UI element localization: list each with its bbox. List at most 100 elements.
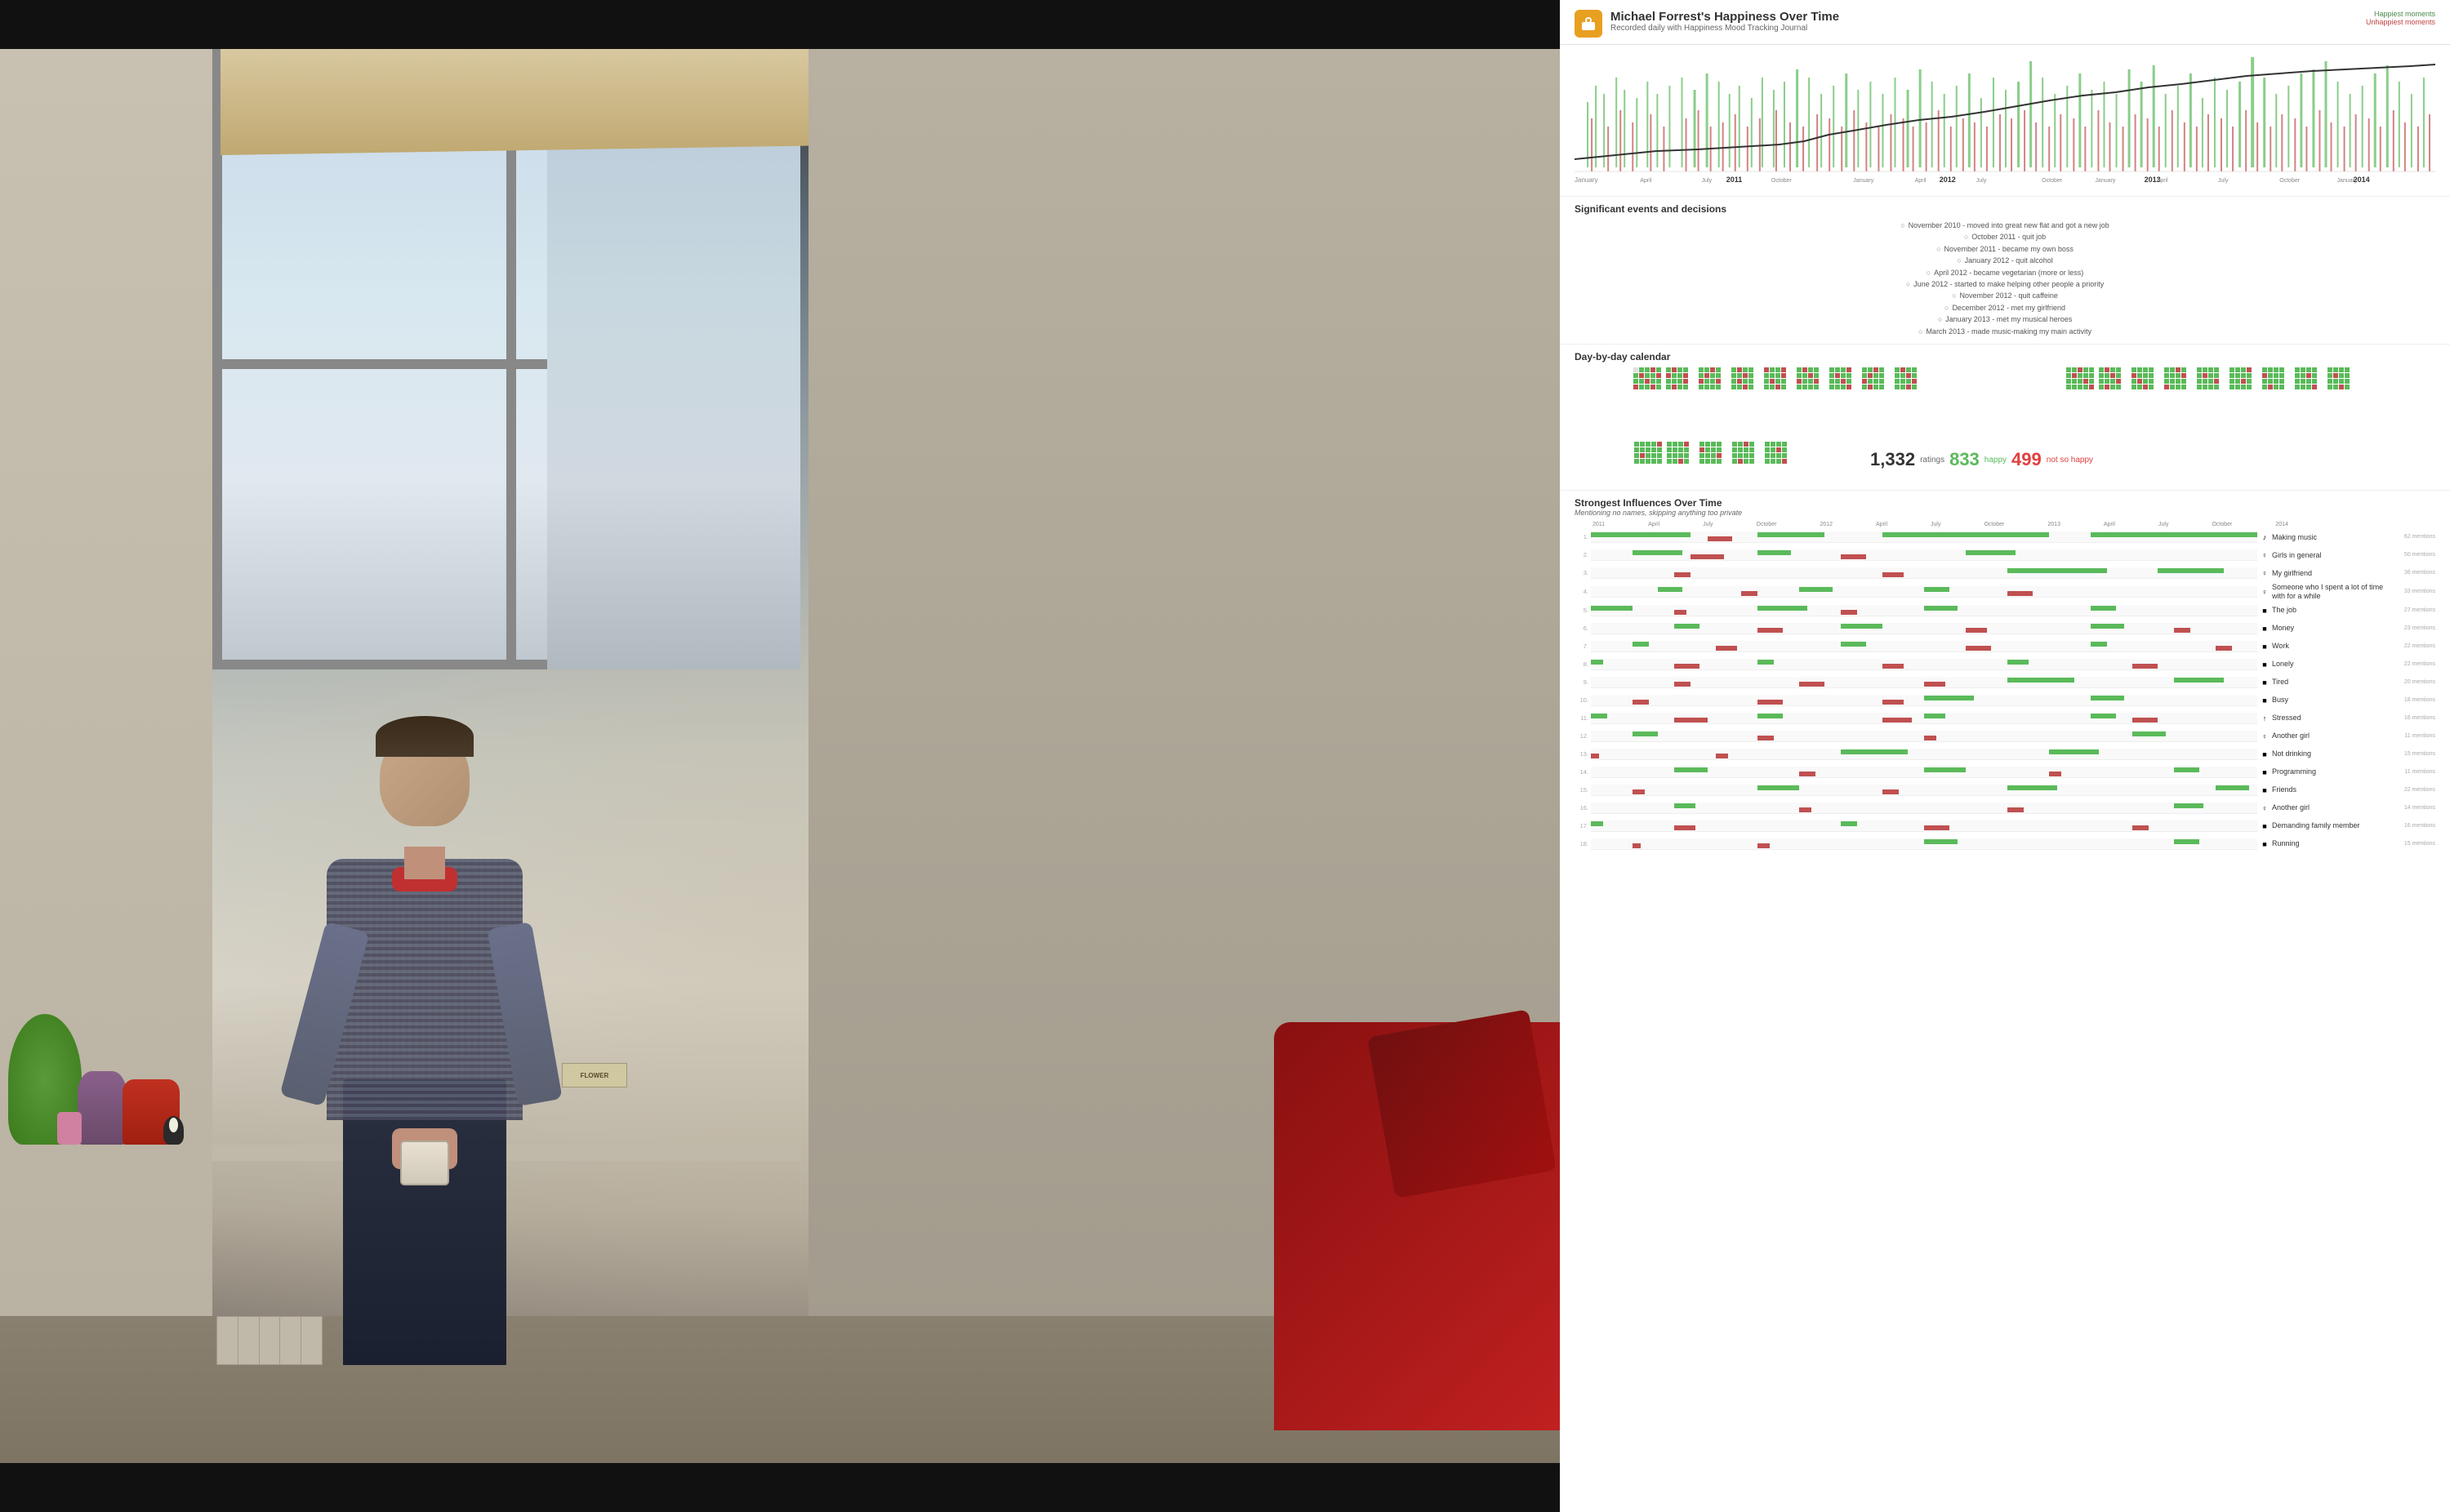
svg-text:April: April (2157, 178, 2168, 184)
influence-rank-15: 16. (1575, 804, 1591, 812)
influence-bars-11 (1591, 731, 2257, 742)
influence-rank-17: 18. (1575, 840, 1591, 847)
influence-row-2: 3.♀My girlfriend36 mentions (1575, 565, 2435, 581)
influence-icon-6: ■ (2259, 641, 2270, 652)
influence-name-2: My girlfriend (2272, 569, 2386, 578)
influence-bars-4 (1591, 605, 2257, 616)
influences-subtitle: Mentioning no names, skipping anything t… (1575, 509, 2435, 517)
event-item-7: December 2012 - met my girlfriend (1575, 302, 2435, 314)
influence-rank-2: 3. (1575, 569, 1591, 576)
influence-bars-3 (1591, 586, 2257, 598)
influence-name-14: Friends (2272, 785, 2386, 794)
svg-text:July: July (2218, 178, 2229, 184)
influence-name-9: Busy (2272, 696, 2386, 705)
influence-rank-5: 6. (1575, 625, 1591, 632)
influence-name-17: Running (2272, 839, 2386, 848)
event-item-6: November 2012 - quit caffeine (1575, 290, 2435, 301)
influence-rank-10: 11. (1575, 714, 1591, 722)
influence-name-12: Not drinking (2272, 749, 2386, 758)
influence-count-9: 18 mentions (2386, 697, 2435, 703)
influence-row-1: 2.♀Girls in general50 mentions (1575, 547, 2435, 563)
influence-row-14: 15.■Friends22 mentions (1575, 782, 2435, 798)
influence-bars-6 (1591, 641, 2257, 652)
calendar-section: Day-by-day calendar (1560, 344, 2450, 490)
happy-stat: 833 (1949, 449, 1980, 470)
influence-row-5: 6.■Money23 mentions (1575, 620, 2435, 637)
influence-rank-1: 2. (1575, 551, 1591, 558)
influence-icon-10: ↑ (2259, 713, 2270, 724)
influence-rank-11: 12. (1575, 732, 1591, 740)
influence-bars-7 (1591, 659, 2257, 670)
event-item-4: April 2012 - became vegetarian (more or … (1575, 267, 2435, 278)
influence-name-1: Girls in general (2272, 551, 2386, 560)
influence-row-9: 10.■Busy18 mentions (1575, 692, 2435, 709)
influence-icon-12: ■ (2259, 749, 2270, 760)
influence-count-11: 11 mentions (2386, 733, 2435, 739)
influence-count-7: 22 mentions (2386, 661, 2435, 667)
influence-bars-5 (1591, 623, 2257, 634)
panel-subtitle: Recorded daily with Happiness Mood Track… (1610, 24, 1839, 33)
unhappy-label: not so happy (2047, 456, 2093, 465)
influence-rank-7: 8. (1575, 660, 1591, 668)
influence-name-16: Demanding family member (2272, 821, 2386, 830)
app-icon (1575, 10, 1602, 38)
influence-row-7: 8. ■Lonely22 mentions (1575, 656, 2435, 673)
total-stat: 1,332 (1870, 449, 1915, 470)
influence-name-8: Tired (2272, 678, 2386, 687)
event-item-0: November 2010 - moved into great new fla… (1575, 220, 2435, 231)
influence-count-15: 14 mentions (2386, 805, 2435, 811)
influence-rank-13: 14. (1575, 768, 1591, 776)
influence-bars-14 (1591, 785, 2257, 796)
influence-name-0: Making music (2272, 533, 2386, 542)
influence-count-17: 15 mentions (2386, 841, 2435, 847)
svg-text:October: October (2279, 178, 2301, 184)
svg-text:July: July (1702, 178, 1713, 184)
event-item-5: June 2012 - started to make helping othe… (1575, 278, 2435, 290)
influence-count-14: 22 mentions (2386, 787, 2435, 793)
influence-bars-12 (1591, 749, 2257, 760)
panel-title: Michael Forrest's Happiness Over Time (1610, 10, 1839, 24)
influence-rank-14: 15. (1575, 786, 1591, 794)
influence-icon-3: ♀ (2259, 586, 2270, 598)
unhappiest-legend: Unhappiest moments (2366, 18, 2435, 26)
influence-count-1: 50 mentions (2386, 552, 2435, 558)
influence-count-10: 16 mentions (2386, 715, 2435, 721)
svg-text:2012: 2012 (1940, 176, 1956, 184)
influence-name-3: Someone who I spent a lot of time with f… (2272, 583, 2386, 601)
influence-rank-0: 1. (1575, 533, 1591, 540)
event-item-8: January 2013 - met my musical heroes (1575, 314, 2435, 325)
events-section: Significant events and decisions Novembe… (1560, 196, 2450, 344)
influence-name-11: Another girl (2272, 732, 2386, 740)
influence-bars-16 (1591, 820, 2257, 832)
panel-header: Michael Forrest's Happiness Over Time Re… (1560, 0, 2450, 45)
influence-bars-2 (1591, 567, 2257, 579)
influence-rank-3: 4. (1575, 588, 1591, 595)
influence-bars-9 (1591, 695, 2257, 706)
legend: Happiest moments Unhappiest moments (2366, 10, 2435, 26)
influence-row-16: 17.■Demanding family member16 mentions (1575, 818, 2435, 834)
happiness-chart: January 2011 2012 2013 2014 April July O… (1560, 45, 2450, 196)
influence-rank-16: 17. (1575, 822, 1591, 829)
influence-row-3: 4. ♀Someone who I spent a lot of time wit… (1575, 583, 2435, 601)
influences-title: Strongest Influences Over Time (1575, 497, 2435, 509)
svg-text:October: October (2042, 178, 2063, 184)
influence-count-0: 62 mentions (2386, 534, 2435, 540)
photo-area: FLOWER (0, 0, 1560, 1512)
influence-count-13: 11 mentions (2386, 769, 2435, 775)
svg-text:July: July (1976, 178, 1987, 184)
influence-icon-0: ♪ (2259, 531, 2270, 543)
total-label: ratings (1920, 456, 1944, 465)
influence-icon-8: ■ (2259, 677, 2270, 688)
svg-text:2011: 2011 (1726, 176, 1743, 184)
influence-count-2: 36 mentions (2386, 570, 2435, 576)
influence-count-4: 27 mentions (2386, 607, 2435, 613)
event-item-9: March 2013 - made music-making my main a… (1575, 326, 2435, 337)
influence-row-13: 14.■Programming11 mentions (1575, 764, 2435, 780)
influence-icon-4: ■ (2259, 605, 2270, 616)
influence-row-8: 9.■Tired20 mentions (1575, 674, 2435, 691)
influence-count-5: 23 mentions (2386, 625, 2435, 631)
influence-icon-7: ■ (2259, 659, 2270, 670)
influence-icon-17: ■ (2259, 838, 2270, 850)
svg-text:January: January (2095, 178, 2115, 184)
influence-name-7: Lonely (2272, 660, 2386, 669)
